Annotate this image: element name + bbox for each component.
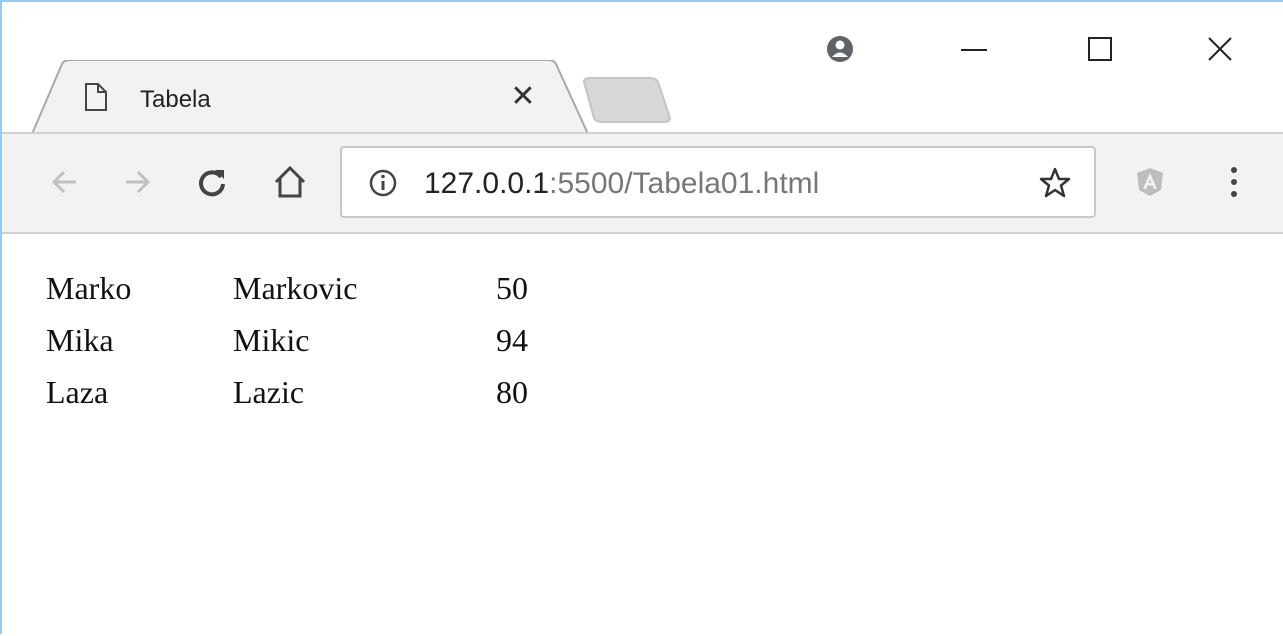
home-icon[interactable] — [266, 158, 314, 206]
table-cell-score: 80 — [496, 374, 528, 410]
table-cell-first-name: Mika — [46, 322, 114, 358]
close-icon[interactable] — [1198, 30, 1242, 68]
url-host: 127.0.0.1 — [424, 167, 550, 200]
address-bar[interactable]: 127.0.0.1:5500/Tabela01.html — [340, 146, 1096, 218]
back-arrow-icon[interactable] — [40, 158, 88, 206]
kebab-menu-icon[interactable] — [1210, 158, 1258, 206]
maximize-icon[interactable] — [1078, 30, 1122, 68]
browser-toolbar: 127.0.0.1:5500/Tabela01.html — [2, 134, 1283, 234]
page-icon — [84, 82, 108, 112]
title-bar: Tabela ✕ — [2, 2, 1283, 136]
reload-icon[interactable] — [188, 158, 236, 206]
account-icon[interactable] — [818, 30, 862, 68]
minimize-icon[interactable] — [952, 30, 996, 68]
table-cell-score: 94 — [496, 322, 528, 358]
browser-window: Tabela ✕ 127.0.0.1:5500/Tabela01.html Ma… — [0, 0, 1283, 636]
url-text[interactable]: 127.0.0.1:5500/Tabela01.html — [424, 168, 819, 200]
table-cell-last-name: Mikic — [233, 322, 310, 358]
tab-tabela[interactable] — [32, 60, 588, 136]
table-row: Mika Mikic 94 — [46, 320, 528, 372]
table-cell-first-name: Laza — [46, 374, 109, 410]
tab-title: Tabela — [140, 86, 211, 113]
table-cell-score: 50 — [496, 270, 528, 306]
star-icon[interactable] — [1038, 166, 1072, 200]
table-row: Marko Markovic 50 — [46, 268, 528, 320]
tab-close-button[interactable]: ✕ — [508, 82, 538, 112]
new-tab-button[interactable] — [578, 74, 674, 126]
forward-arrow-icon[interactable] — [114, 158, 162, 206]
table-cell-first-name: Marko — [46, 270, 132, 306]
table-cell-last-name: Lazic — [233, 374, 305, 410]
page-content: Marko Markovic 50 Mika Mikic 94 Laza Laz… — [2, 234, 1283, 636]
url-path: :5500/Tabela01.html — [549, 167, 820, 200]
data-table: Marko Markovic 50 Mika Mikic 94 Laza Laz… — [46, 268, 528, 424]
info-icon[interactable] — [368, 168, 398, 198]
table-row: Laza Lazic 80 — [46, 372, 528, 424]
angular-extension-icon[interactable] — [1126, 158, 1174, 206]
table-cell-last-name: Markovic — [233, 270, 358, 306]
